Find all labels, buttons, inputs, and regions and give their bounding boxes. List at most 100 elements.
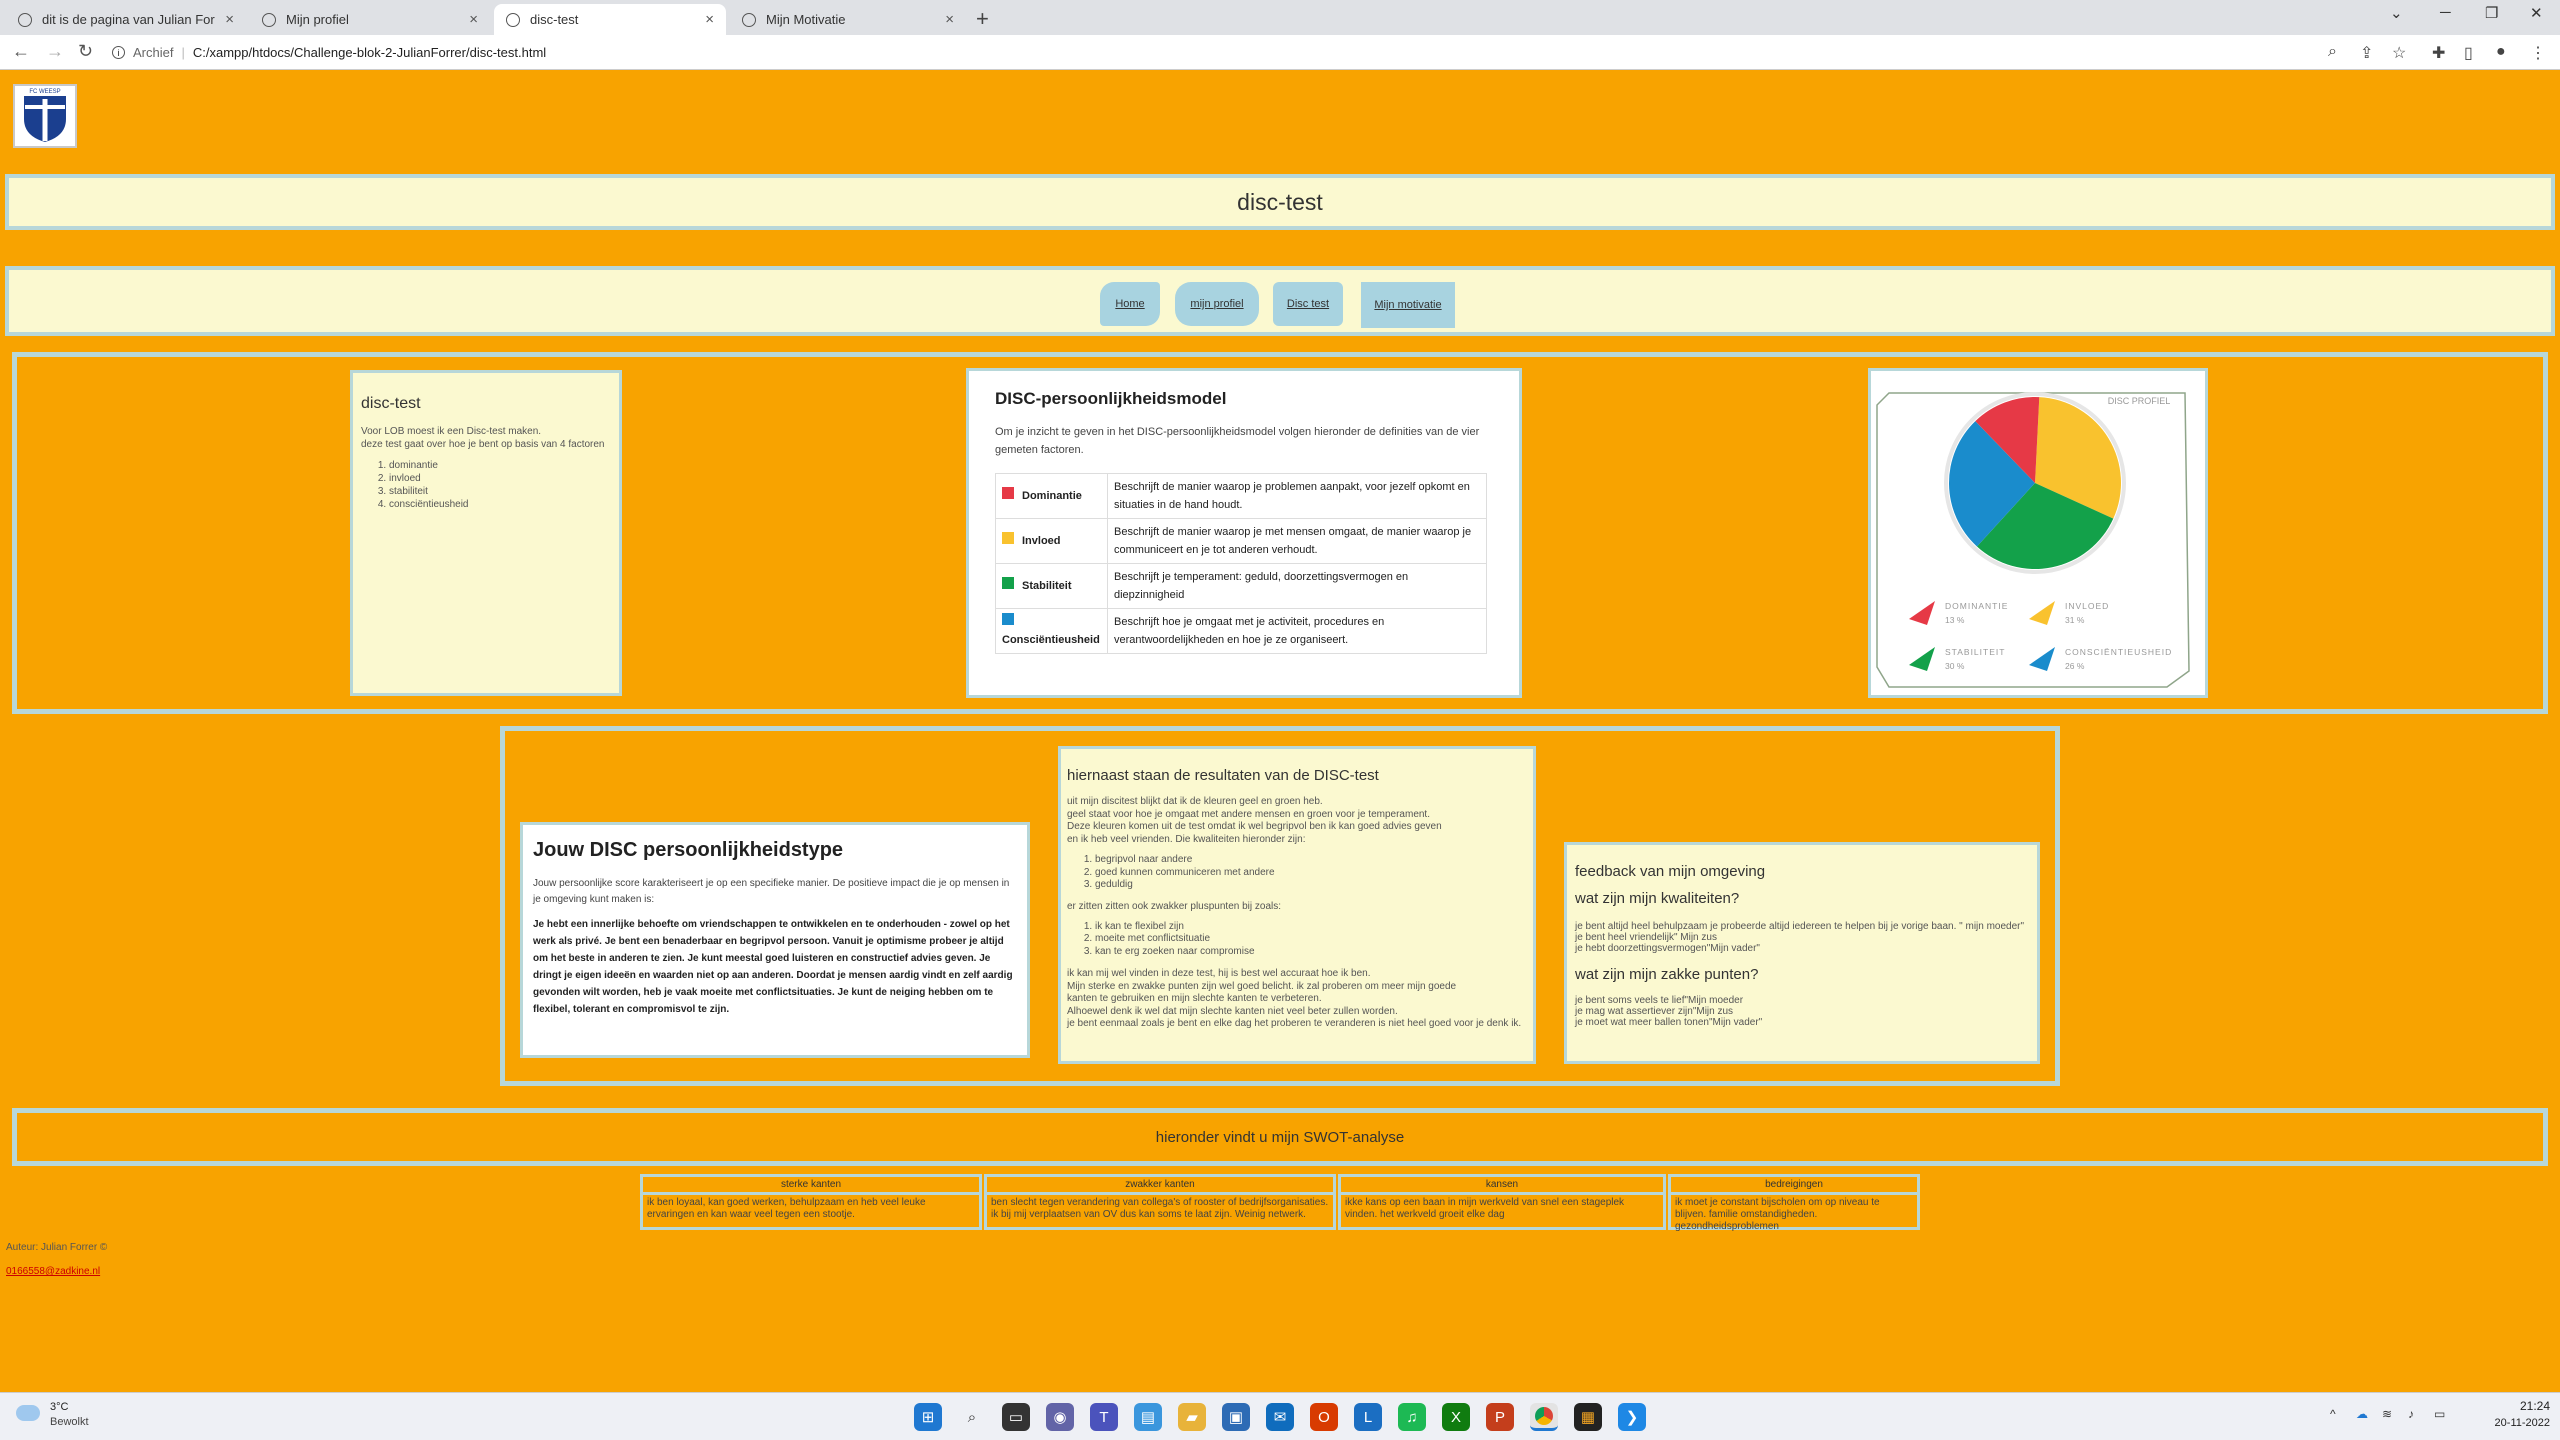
close-icon[interactable]: × bbox=[705, 11, 714, 28]
onedrive-icon[interactable]: ☁ bbox=[2356, 1407, 2368, 1421]
file-explorer-icon[interactable]: ▰ bbox=[1178, 1403, 1206, 1431]
menu-icon[interactable]: ⋮ bbox=[2530, 43, 2546, 63]
color-swatch bbox=[1002, 613, 1014, 625]
model-intro: Om je inzicht te geven in het DISC-perso… bbox=[995, 426, 1480, 456]
intro-heading: disc-test bbox=[361, 395, 421, 412]
results-paragraph: ik kan mij wel vinden in deze test, hij … bbox=[1067, 968, 1527, 1031]
clock-time[interactable]: 21:24 bbox=[2500, 1399, 2550, 1413]
list-item: dominantie bbox=[389, 459, 611, 472]
page-title: disc-test bbox=[5, 174, 2555, 230]
legend-label: INVLOED bbox=[2065, 601, 2109, 611]
factor-description: Beschrijft je temperament: geduld, doorz… bbox=[1107, 563, 1487, 609]
weather-temp: 3°C bbox=[50, 1401, 69, 1413]
nav-link-profile[interactable]: mijn profiel bbox=[1175, 282, 1259, 326]
mail-icon[interactable]: ✉ bbox=[1266, 1403, 1294, 1431]
close-icon[interactable]: × bbox=[945, 11, 954, 28]
taskbar: 3°C Bewolkt ⊞ ⌕ ▭ ◉ T ▤ ▰ ▣ ✉ O L ♫ X P … bbox=[0, 1392, 2560, 1440]
results-paragraph: er zitten zitten ook zwakker pluspunten … bbox=[1067, 900, 1281, 912]
close-icon[interactable]: × bbox=[469, 11, 478, 28]
swot-banner: hieronder vindt u mijn SWOT-analyse bbox=[12, 1108, 2548, 1166]
swot-weaknesses: zwakker kanten ben slecht tegen veranderi… bbox=[984, 1174, 1336, 1230]
office-icon[interactable]: O bbox=[1310, 1403, 1338, 1431]
swot-threats: bedreigingen ik moet je constant bijschol… bbox=[1668, 1174, 1920, 1232]
factor-name: Stabiliteit bbox=[1022, 580, 1072, 592]
results-card: hiernaast staan de resultaten van de DIS… bbox=[1058, 746, 1536, 1064]
start-icon[interactable]: ⊞ bbox=[914, 1403, 942, 1431]
globe-icon bbox=[262, 12, 276, 27]
nav-link-motivation[interactable]: Mijn motivatie bbox=[1361, 282, 1455, 328]
browser-tab[interactable]: Mijn Motivatie × bbox=[730, 4, 966, 35]
swot-header: sterke kanten bbox=[643, 1177, 979, 1195]
clock-date[interactable]: 20-11-2022 bbox=[2480, 1417, 2550, 1429]
teams-icon[interactable]: T bbox=[1090, 1403, 1118, 1431]
powerpoint-icon[interactable]: P bbox=[1486, 1403, 1514, 1431]
xbox-icon[interactable]: X bbox=[1442, 1403, 1470, 1431]
profile-icon[interactable]: ● bbox=[2496, 43, 2506, 61]
chat-icon[interactable]: ◉ bbox=[1046, 1403, 1074, 1431]
browser-tab[interactable]: dit is de pagina van Julian Forrer × bbox=[6, 4, 246, 35]
minimize-icon[interactable]: ─ bbox=[2440, 4, 2451, 21]
new-tab-icon[interactable]: + bbox=[976, 6, 989, 32]
spotify-icon[interactable]: ♫ bbox=[1398, 1403, 1426, 1431]
nav-link-home[interactable]: Home bbox=[1100, 282, 1160, 326]
sidebar-icon[interactable]: ▯ bbox=[2464, 43, 2473, 63]
globe-icon bbox=[506, 12, 520, 27]
search-icon[interactable]: ⌕ bbox=[958, 1403, 986, 1431]
zoom-icon[interactable]: ⌕ bbox=[2328, 43, 2337, 61]
battery-icon[interactable]: ▭ bbox=[2434, 1407, 2445, 1421]
results-paragraph: uit mijn discitest blijkt dat ik de kleu… bbox=[1067, 796, 1527, 846]
tray-chevron-icon[interactable]: ^ bbox=[2330, 1407, 2336, 1421]
url-field[interactable]: i Archief | C:/xampp/htdocs/Challenge-bl… bbox=[112, 40, 2312, 65]
info-icon[interactable]: i bbox=[112, 46, 125, 59]
reload-icon[interactable]: ↻ bbox=[78, 41, 93, 62]
widgets-icon[interactable]: ▤ bbox=[1134, 1403, 1162, 1431]
tab-title: Mijn Motivatie bbox=[766, 12, 846, 27]
footer-email-link[interactable]: 0166558@zadkine.nl bbox=[6, 1266, 100, 1277]
browser-tab-active[interactable]: disc-test × bbox=[494, 4, 726, 35]
feedback-line: je mag wat assertiever zijn"Mijn zus bbox=[1575, 1006, 1734, 1017]
close-icon[interactable]: × bbox=[225, 11, 234, 28]
maximize-icon[interactable]: ❐ bbox=[2485, 4, 2498, 22]
chevron-down-icon[interactable]: ⌄ bbox=[2390, 4, 2403, 22]
volume-icon[interactable]: ♪ bbox=[2408, 1407, 2414, 1421]
separator: | bbox=[181, 45, 185, 60]
qualities-answers: je bent altijd heel behulpzaam je probee… bbox=[1575, 921, 2029, 954]
task-view-icon[interactable]: ▭ bbox=[1002, 1403, 1030, 1431]
address-bar: ← → ↻ i Archief | C:/xampp/htdocs/Challe… bbox=[0, 35, 2560, 70]
forward-icon[interactable]: → bbox=[46, 41, 64, 62]
results-line: geel staat voor hoe je omgaat met andere… bbox=[1067, 808, 1430, 820]
bookmark-star-icon[interactable]: ☆ bbox=[2392, 43, 2406, 63]
store-icon[interactable]: ▣ bbox=[1222, 1403, 1250, 1431]
legend-label: DOMINANTIE bbox=[1945, 601, 2008, 611]
close-window-icon[interactable]: ✕ bbox=[2530, 4, 2543, 22]
legend-value: 30 % bbox=[1945, 661, 1965, 671]
chrome-icon[interactable] bbox=[1530, 1403, 1558, 1431]
table-row: Dominantie Beschrijft de manier waarop je… bbox=[995, 473, 1487, 519]
swot-header: zwakker kanten bbox=[987, 1177, 1333, 1195]
feedback-line: je bent soms veels te lief"Mijn moeder bbox=[1575, 995, 1744, 1006]
xampp-icon[interactable]: ▦ bbox=[1574, 1403, 1602, 1431]
share-icon[interactable]: ⇪ bbox=[2360, 43, 2373, 63]
factor-description: Beschrijft de manier waarop je met mense… bbox=[1107, 518, 1487, 564]
nav-link-disc-test[interactable]: Disc test bbox=[1273, 282, 1343, 326]
url-text[interactable]: C:/xampp/htdocs/Challenge-blok-2-JulianF… bbox=[193, 45, 546, 60]
list-item: moeite met conflictsituatie bbox=[1095, 933, 1527, 946]
table-row: Consciëntieusheid Beschrijft hoe je omgaa… bbox=[995, 608, 1487, 654]
extensions-icon[interactable]: ✚ bbox=[2432, 43, 2445, 63]
list-item: stabiliteit bbox=[389, 485, 611, 498]
wifi-icon[interactable]: ≋ bbox=[2382, 1407, 2392, 1421]
results-line: Deze kleuren komen uit de test omdat ik … bbox=[1067, 821, 1442, 832]
weather-cloud-icon[interactable] bbox=[16, 1405, 40, 1421]
swot-header: bedreigingen bbox=[1671, 1177, 1917, 1195]
weather-label: Bewolkt bbox=[50, 1416, 89, 1428]
back-icon[interactable]: ← bbox=[12, 41, 30, 62]
vscode-icon[interactable]: ❯ bbox=[1618, 1403, 1646, 1431]
globe-icon bbox=[742, 12, 756, 27]
learning-icon[interactable]: L bbox=[1354, 1403, 1382, 1431]
factor-list: dominantie invloed stabiliteit consciënt… bbox=[389, 459, 611, 511]
swot-body: ikke kans op een baan in mijn werkveld v… bbox=[1345, 1197, 1625, 1220]
disc-model-card: DISC-persoonlijkheidsmodel Om je inzicht… bbox=[966, 368, 1522, 698]
browser-tab[interactable]: Mijn profiel × bbox=[250, 4, 490, 35]
tab-title: dit is de pagina van Julian Forrer bbox=[42, 12, 216, 27]
model-heading: DISC-persoonlijkheidsmodel bbox=[995, 389, 1227, 408]
